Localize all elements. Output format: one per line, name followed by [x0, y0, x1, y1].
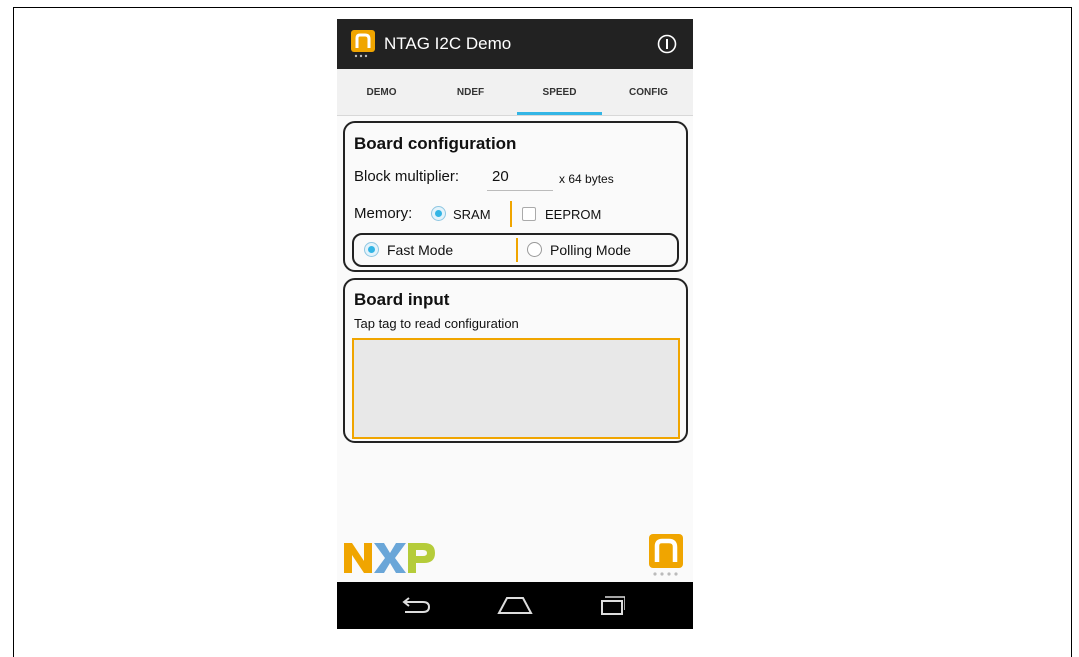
ntag-logo-icon: [351, 30, 375, 58]
board-input-subtitle: Tap tag to read configuration: [354, 316, 519, 331]
tab-demo[interactable]: DEMO: [337, 69, 426, 115]
fast-mode-radio[interactable]: [364, 242, 379, 257]
tab-config[interactable]: CONFIG: [604, 69, 693, 115]
board-input-text-area[interactable]: [352, 338, 680, 439]
polling-mode-radio[interactable]: [527, 242, 542, 257]
polling-mode-label: Polling Mode: [550, 242, 631, 258]
home-icon[interactable]: [497, 595, 533, 615]
board-input-panel: Board input Tap tag to read configuratio…: [343, 278, 688, 443]
board-configuration-title: Board configuration: [354, 134, 517, 153]
board-input-title: Board input: [354, 290, 450, 309]
eeprom-label: EEPROM: [545, 207, 602, 222]
sram-label: SRAM: [453, 207, 491, 222]
selected-tab-indicator: [517, 112, 602, 115]
back-icon[interactable]: [399, 595, 433, 615]
memory-label: Memory:: [354, 205, 413, 222]
fast-mode-label: Fast Mode: [387, 242, 454, 258]
eeprom-checkbox[interactable]: [522, 207, 536, 221]
recent-apps-icon[interactable]: [599, 595, 625, 615]
board-configuration-panel: Board configuration Block multiplier: 20…: [343, 121, 688, 272]
tab-ndef[interactable]: NDEF: [426, 69, 515, 115]
tab-speed[interactable]: SPEED: [515, 69, 604, 115]
info-icon[interactable]: [657, 34, 677, 54]
navigation-bar: [337, 582, 693, 629]
block-multiplier-underline: [487, 190, 553, 191]
sram-radio[interactable]: [431, 206, 446, 221]
action-bar: NTAG I2C Demo: [337, 19, 693, 69]
ntag-footer-logo-icon: [649, 534, 683, 576]
memory-separator: [510, 201, 512, 227]
block-multiplier-input[interactable]: 20: [492, 168, 509, 185]
phone-screen: NTAG I2C Demo DEMO NDEF SPEED CONFIG Boa…: [337, 19, 693, 629]
block-multiplier-label: Block multiplier:: [354, 168, 460, 185]
mode-selector: Fast Mode Polling Mode: [352, 233, 679, 267]
tab-bar: DEMO NDEF SPEED CONFIG: [337, 69, 693, 116]
nxp-logo: [344, 543, 435, 573]
block-unit-label: x 64 bytes: [559, 172, 614, 186]
app-title: NTAG I2C Demo: [384, 34, 512, 53]
mode-separator: [516, 238, 518, 262]
